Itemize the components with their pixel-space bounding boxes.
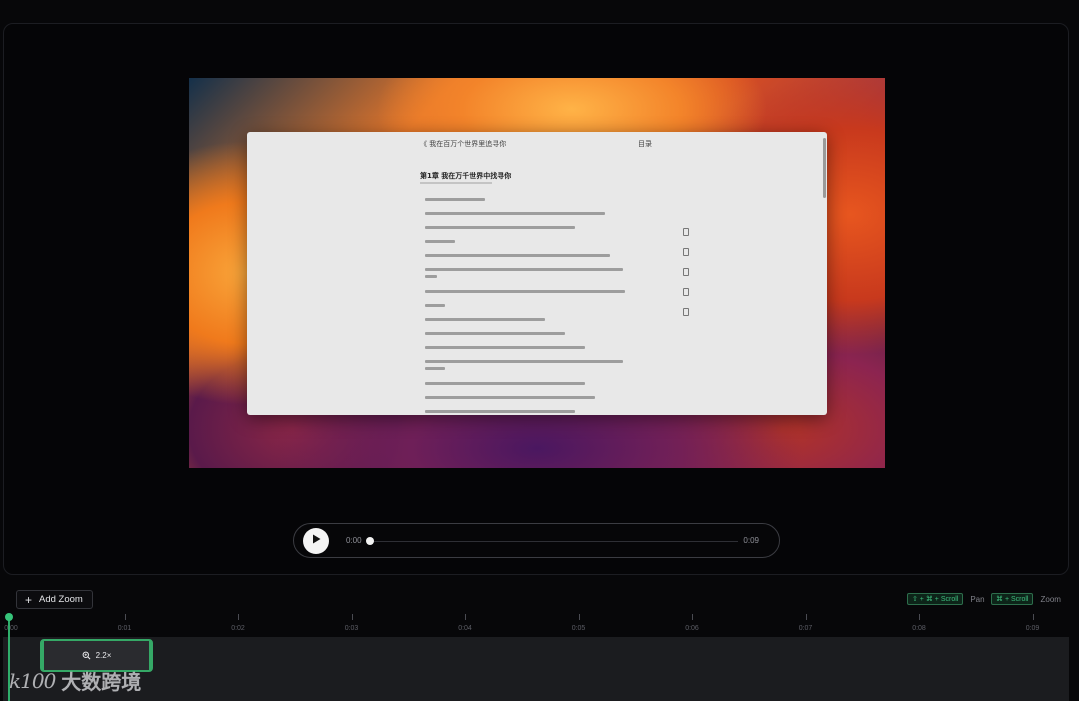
reader-back-link: 《 我在百万个世界里追寻你 [420, 140, 507, 148]
reader-side-icon [683, 228, 689, 236]
pan-hint-label: Pan [970, 594, 985, 604]
reader-text-line [425, 212, 605, 215]
timeline-tick [351, 614, 353, 620]
reader-text-line [425, 346, 585, 349]
timeline-tick-label: 0:04 [458, 625, 472, 632]
reader-chapter-meta [420, 182, 492, 184]
play-icon [310, 532, 322, 550]
reader-side-icon [683, 288, 689, 296]
plus-icon: + [25, 592, 33, 607]
current-time: 0:00 [346, 536, 362, 545]
playhead-handle[interactable] [5, 613, 13, 621]
play-button[interactable] [303, 528, 329, 554]
timeline-tick-label: 0:00 [4, 625, 18, 632]
timeline-tick [124, 614, 126, 620]
zoom-shortcut-key: ⌘ + Scroll [991, 593, 1034, 605]
reader-text-line [425, 268, 623, 271]
reader-text-line [425, 240, 455, 243]
magnifier-icon [82, 651, 91, 660]
timeline-tick-label: 0:08 [912, 625, 926, 632]
timeline-tick-label: 0:05 [571, 625, 586, 632]
timeline-tick [805, 614, 807, 620]
reader-directory-label: 目录 [638, 140, 652, 148]
timeline-tick [1032, 614, 1034, 620]
reader-text-line [425, 332, 565, 335]
watermark-logo: k100 [9, 668, 56, 693]
pan-hint: ⇧ + ⌘ + Scroll Pan [907, 593, 985, 605]
timeline-tick-label: 0:01 [117, 625, 132, 632]
total-time: 0:09 [743, 536, 759, 545]
reader-side-icon [683, 308, 689, 316]
timeline-tick-label: 0:07 [798, 625, 813, 632]
timeline-tick [238, 614, 239, 620]
reader-text-line [425, 275, 437, 278]
reader-text-line [425, 367, 445, 370]
reader-side-icon [683, 248, 689, 256]
zoom-hint-label: Zoom [1040, 594, 1061, 604]
video-preview: 《 我在百万个世界里追寻你 目录 第1章 我在万千世界中找寻你 [189, 78, 885, 468]
reader-text-line [425, 396, 595, 399]
reader-text-line [425, 254, 610, 257]
reader-scrollbar [823, 138, 826, 198]
reader-text-line [425, 226, 575, 229]
playback-controls: 0:00 0:09 [293, 523, 780, 558]
reader-text-line [425, 318, 545, 321]
timeline-tick [919, 614, 920, 620]
timeline-tick [578, 614, 580, 620]
timeline-tick [465, 614, 466, 620]
zoom-segment-label: 2.2× [95, 651, 112, 660]
timeline-tick [692, 614, 693, 620]
reader-side-icon [683, 268, 689, 276]
timeline-tick-label: 0:03 [344, 625, 359, 632]
reader-text-line [425, 304, 445, 307]
add-zoom-button[interactable]: + Add Zoom [16, 590, 93, 609]
pan-shortcut-key: ⇧ + ⌘ + Scroll [907, 593, 964, 605]
reader-text-line [425, 198, 485, 201]
reader-text-line [425, 290, 625, 293]
timeline-ruler[interactable]: 0:00 0:01 0:02 0:03 0:04 0:05 0:06 0:07 0:08 0:09 [0, 614, 1079, 636]
watermark: k100 大数跨境 [9, 666, 141, 695]
progress-track[interactable] [368, 541, 738, 542]
reader-text-line [425, 410, 575, 413]
zoom-track[interactable] [3, 637, 1069, 701]
reader-chapter-title: 第1章 我在万千世界中找寻你 [420, 172, 512, 180]
recorded-reader-window: 《 我在百万个世界里追寻你 目录 第1章 我在万千世界中找寻你 [247, 132, 827, 415]
timeline-tick-label: 0:09 [1025, 625, 1040, 632]
watermark-text: 大数跨境 [61, 670, 142, 694]
add-zoom-label: Add Zoom [39, 594, 83, 605]
zoom-hint: ⌘ + Scroll Zoom [991, 593, 1061, 605]
reader-text-line [425, 382, 585, 385]
timeline-tick-label: 0:06 [685, 625, 699, 632]
reader-text-line [425, 360, 623, 363]
timeline-tick-label: 0:02 [231, 625, 245, 632]
progress-knob[interactable] [366, 537, 374, 545]
